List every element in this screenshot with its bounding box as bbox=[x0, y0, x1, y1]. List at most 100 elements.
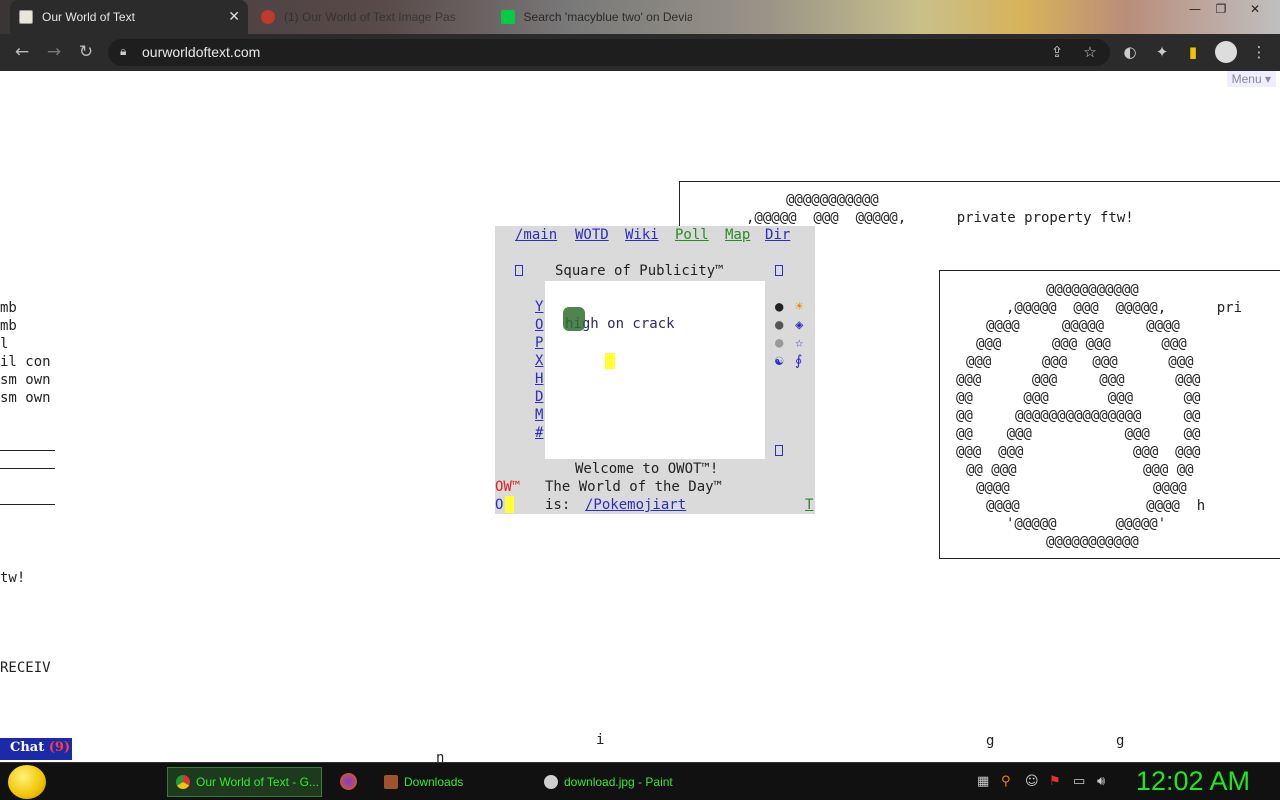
tray-face-icon[interactable]: ☺ bbox=[1025, 774, 1039, 789]
wotd-link[interactable]: /Pokemojiart bbox=[585, 496, 686, 514]
minimize-window-icon[interactable]: — bbox=[1182, 2, 1208, 16]
text-fragment: mb bbox=[0, 300, 17, 316]
side-link-x[interactable]: X bbox=[535, 352, 543, 370]
yellow-cell bbox=[505, 496, 514, 513]
task-label: Downloads bbox=[404, 775, 464, 789]
sun-icon[interactable]: ☀ bbox=[795, 298, 803, 316]
nav-link-wotd[interactable]: WOTD bbox=[575, 226, 609, 244]
taskbar-item-downloads[interactable]: Downloads bbox=[376, 767, 531, 797]
tab-image-paste[interactable]: (1) Our World of Text Image Pas bbox=[252, 0, 487, 34]
owot-favicon-icon bbox=[19, 10, 33, 24]
browser-tab-strip: Our World of Text ✕ (1) Our World of Tex… bbox=[0, 0, 1280, 34]
welcome-text: Welcome to OWOT™! bbox=[575, 461, 719, 477]
ascii-art-line: @@@ @@@ @@@ @@@ bbox=[966, 354, 1194, 370]
tab-title: (1) Our World of Text Image Pas bbox=[284, 10, 456, 24]
paint-icon bbox=[544, 775, 558, 789]
side-panel-icon[interactable]: ▮ bbox=[1183, 43, 1203, 61]
yin-yang-icon[interactable]: ☯ bbox=[775, 352, 783, 370]
side-link-hash[interactable]: # bbox=[535, 424, 543, 442]
ascii-art-line: @@@ @@@ @@@ @@@ bbox=[956, 372, 1201, 388]
star-icon[interactable]: ☆ bbox=[795, 334, 803, 352]
taskbar-item-paint[interactable]: download.jpg - Paint bbox=[536, 767, 701, 797]
forward-arrow-icon[interactable]: → bbox=[43, 42, 65, 62]
ascii-art-line: @@ @@@ @@@ @@ bbox=[956, 426, 1201, 442]
nav-link-dir[interactable]: Dir bbox=[765, 226, 790, 244]
edge-link[interactable]: T bbox=[805, 496, 813, 514]
nav-link-wiki[interactable]: Wiki bbox=[625, 226, 659, 244]
taskbar-clock[interactable]: 12:02 AM bbox=[1136, 766, 1250, 797]
side-link-h[interactable]: H bbox=[535, 370, 543, 388]
dot-icon[interactable]: ● bbox=[775, 316, 783, 334]
ascii-art-line: @@@@@@@@@@@ bbox=[1046, 282, 1139, 298]
reload-icon[interactable]: ↻ bbox=[75, 42, 97, 62]
text-fragment: tw! bbox=[0, 570, 26, 586]
taskbar-item-chrome[interactable]: Our World of Text - G... bbox=[167, 767, 322, 797]
side-link-y[interactable]: Y bbox=[535, 298, 543, 316]
unknown-glyph-icon[interactable] bbox=[515, 265, 523, 276]
side-link-p[interactable]: P bbox=[535, 334, 543, 352]
square-title: Square of Publicity™ bbox=[555, 263, 724, 279]
address-bar[interactable]: 🔒︎ ourworldoftext.com bbox=[108, 39, 1110, 66]
text-fragment: RECEIV bbox=[0, 660, 51, 676]
task-label: Our World of Text - G... bbox=[196, 775, 319, 789]
ascii-art-line: @@ @@@ @@@ @@ bbox=[966, 462, 1194, 478]
profile-avatar-icon[interactable] bbox=[1215, 41, 1237, 63]
wotd-label: The World of the Day™ bbox=[545, 479, 723, 495]
tray-search-icon[interactable]: ⚲ bbox=[1001, 774, 1011, 789]
share-icon[interactable]: ⇪ bbox=[1047, 43, 1067, 61]
unknown-glyph-icon[interactable] bbox=[775, 445, 783, 456]
bookmark-star-icon[interactable]: ☆ bbox=[1080, 43, 1100, 61]
lock-icon[interactable]: 🔒︎ bbox=[120, 44, 126, 59]
side-link-d[interactable]: D bbox=[535, 388, 543, 406]
dot-icon[interactable]: ● bbox=[775, 298, 783, 316]
deviantart-favicon-icon bbox=[501, 10, 515, 24]
ascii-art-line: @@@ @@@ @@@ @@@ bbox=[956, 444, 1201, 460]
tab-title: Search 'macyblue two' on Deviar bbox=[523, 10, 692, 24]
edge-text: OW™ bbox=[495, 479, 521, 495]
nav-link-map[interactable]: Map bbox=[725, 226, 750, 244]
tray-flag-icon[interactable]: ⚑ bbox=[1049, 774, 1061, 789]
more-menu-icon[interactable]: ⋮ bbox=[1249, 43, 1269, 61]
nav-link-poll[interactable]: Poll bbox=[675, 226, 709, 244]
box-border-bottom bbox=[940, 558, 1280, 559]
ascii-art-line: @@ @@@ @@@ @@ bbox=[956, 390, 1201, 406]
firefox-icon[interactable] bbox=[340, 773, 357, 790]
dot-icon[interactable]: ● bbox=[775, 334, 783, 352]
text-cursor-icon bbox=[563, 307, 585, 331]
close-window-icon[interactable]: ✕ bbox=[1242, 2, 1268, 16]
unknown-glyph-icon[interactable] bbox=[775, 265, 783, 276]
diamond-icon[interactable]: ◈ bbox=[795, 316, 803, 334]
ascii-art-line: '@@@@@ @@@@@' bbox=[1006, 516, 1167, 532]
cursor-highlight bbox=[605, 353, 615, 369]
edge-text: O bbox=[495, 497, 504, 513]
taskbar: Our World of Text - G... Downloads downl… bbox=[0, 762, 1280, 800]
side-link-m[interactable]: M bbox=[535, 406, 543, 424]
owot-canvas[interactable]: Menu ▾ mb mb l il con sm own sm own tw! … bbox=[0, 71, 1280, 762]
extensions-puzzle-icon[interactable]: ✦ bbox=[1152, 43, 1172, 61]
chat-count-badge: (9) bbox=[48, 740, 71, 755]
back-arrow-icon[interactable]: ← bbox=[11, 42, 33, 62]
close-tab-icon[interactable]: ✕ bbox=[228, 9, 240, 25]
publicity-text-area[interactable]: high on crack bbox=[545, 281, 765, 459]
ascii-art-line: @@@ @@@ @@@ @@@ bbox=[976, 336, 1187, 352]
tab-our-world-of-text[interactable]: Our World of Text ✕ bbox=[10, 0, 248, 34]
start-smiley-icon[interactable] bbox=[8, 765, 46, 799]
chat-button[interactable]: Chat (9) bbox=[0, 738, 72, 760]
ascii-art-line: ,@@@@@ @@@ @@@@@, pri bbox=[1006, 300, 1243, 316]
text-fragment: mb bbox=[0, 318, 17, 334]
nav-link-main[interactable]: /main bbox=[515, 226, 557, 244]
box-border-left bbox=[679, 181, 680, 227]
square-of-publicity: /main WOTD Wiki Poll Map Dir Square of P… bbox=[495, 226, 815, 514]
menu-button[interactable]: Menu ▾ bbox=[1226, 71, 1276, 87]
page-favicon-icon bbox=[261, 10, 275, 24]
tray-volume-icon[interactable]: 🔊︎ bbox=[1097, 774, 1105, 789]
integral-icon[interactable]: ∮ bbox=[795, 352, 802, 370]
tab-deviantart-search[interactable]: Search 'macyblue two' on Deviar bbox=[492, 0, 692, 34]
tray-network-icon[interactable]: ▭ bbox=[1073, 774, 1085, 789]
side-link-o[interactable]: O bbox=[535, 316, 543, 334]
ascii-art-line: @@@@@@@@@@@ bbox=[1046, 534, 1139, 550]
divider-line bbox=[0, 450, 55, 451]
tray-app-icon[interactable]: ▦ bbox=[977, 774, 989, 789]
restore-window-icon[interactable]: ❐ bbox=[1208, 2, 1234, 16]
extension-flag-icon[interactable]: ◐ bbox=[1120, 43, 1140, 61]
